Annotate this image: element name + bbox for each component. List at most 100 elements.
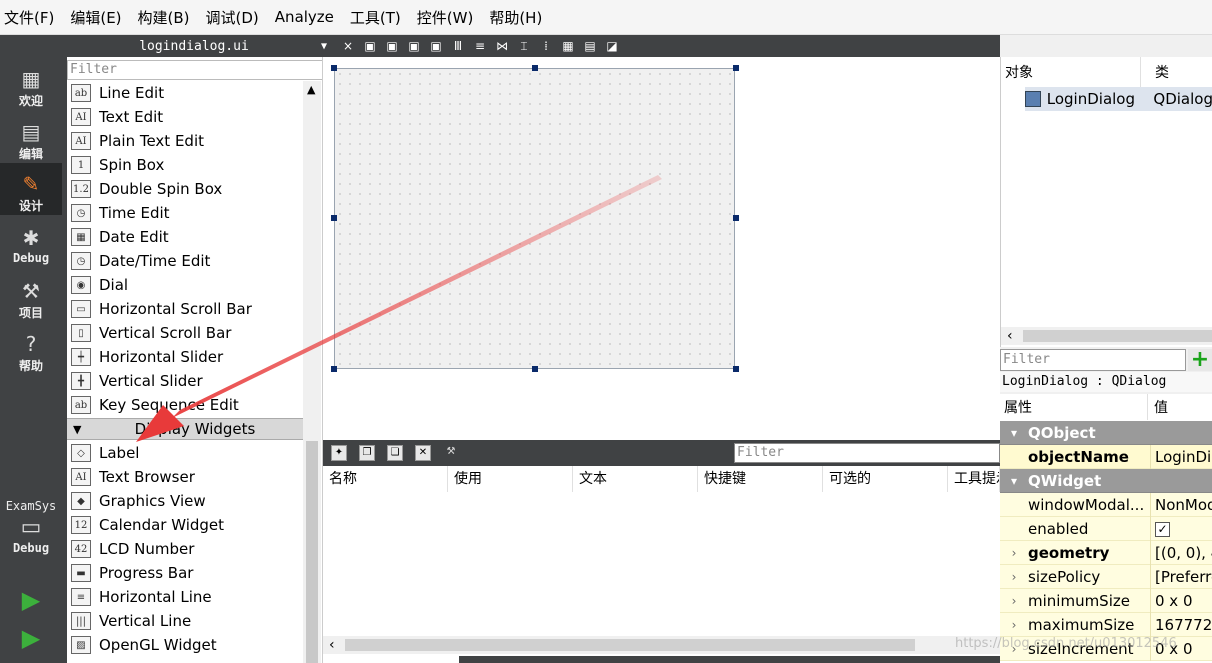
widget-item[interactable]: ▨ OpenGL Widget	[71, 633, 217, 657]
edit-buddies-icon[interactable]: ▣	[407, 39, 421, 53]
property-row[interactable]: ›geometry [(0, 0), 400 x 300]	[1000, 540, 1212, 565]
layout-form-icon[interactable]: ⁞	[539, 39, 553, 53]
mode-welcome[interactable]: ▦ 欢迎	[0, 68, 62, 109]
column-header[interactable]: 快捷键	[698, 466, 823, 492]
resize-handle[interactable]	[532, 65, 538, 71]
resize-handle[interactable]	[331, 215, 337, 221]
menu-tools[interactable]: 工具(T)	[350, 7, 401, 28]
widget-item[interactable]: ◷ Time Edit	[71, 201, 170, 225]
form-canvas[interactable]	[323, 57, 1000, 440]
widget-item[interactable]: 42 LCD Number	[71, 537, 194, 561]
widget-item[interactable]: ≡ Horizontal Line	[71, 585, 212, 609]
column-header[interactable]: 使用	[448, 466, 573, 492]
layout-horizontal-splitter-icon[interactable]: ⋈	[495, 39, 509, 53]
widget-item[interactable]: ▦ Date Edit	[71, 225, 169, 249]
object-row[interactable]: LoginDialog QDialog	[1025, 87, 1212, 111]
scroll-left-icon[interactable]: ‹	[329, 636, 335, 654]
mode-design[interactable]: ✎ 设计	[0, 163, 62, 215]
collapse-icon[interactable]: ▾	[1000, 474, 1028, 488]
property-value[interactable]: 0 x 0	[1150, 588, 1212, 613]
widget-item[interactable]: 1 Spin Box	[71, 153, 164, 177]
property-value[interactable]: [Preferred, Preferred, 0, 0]	[1150, 564, 1212, 589]
kit-selector[interactable]: ExamSys ▭ Debug	[0, 497, 62, 555]
widget-item[interactable]: ◉ Dial	[71, 273, 128, 297]
expand-icon[interactable]: ›	[1000, 570, 1028, 584]
collapse-icon[interactable]: ▾	[1000, 426, 1028, 440]
configure-icon[interactable]: ⚒	[443, 445, 459, 461]
layout-horizontal-icon[interactable]: Ⅲ	[451, 39, 465, 53]
run-button[interactable]: ▶	[0, 588, 62, 612]
menu-analyze[interactable]: Analyze	[275, 8, 334, 26]
property-value[interactable]: ✓	[1150, 516, 1212, 541]
property-value[interactable]: NonModal	[1150, 492, 1212, 517]
widget-item[interactable]: 1.2 Double Spin Box	[71, 177, 222, 201]
edit-tab-order-icon[interactable]: ▣	[429, 39, 443, 53]
scrollbar-thumb[interactable]	[306, 441, 318, 663]
widget-item[interactable]: ▯ Vertical Scroll Bar	[71, 321, 231, 345]
scroll-left-icon[interactable]: ‹	[1007, 327, 1013, 345]
paste-action-icon[interactable]: ❏	[387, 445, 403, 461]
column-header[interactable]: 值	[1148, 394, 1168, 420]
resize-handle[interactable]	[532, 366, 538, 372]
delete-action-icon[interactable]: ✕	[415, 445, 431, 461]
menu-build[interactable]: 构建(B)	[138, 7, 190, 28]
property-filter-input[interactable]: Filter	[1000, 349, 1186, 371]
column-header[interactable]: 属性	[1000, 394, 1148, 420]
expand-icon[interactable]: ›	[1000, 546, 1028, 560]
property-section[interactable]: ▾ QWidget	[1000, 469, 1212, 493]
copy-action-icon[interactable]: ❐	[359, 445, 375, 461]
login-dialog-form[interactable]	[334, 68, 735, 369]
column-header[interactable]: 可选的	[823, 466, 948, 492]
mode-edit[interactable]: ▤ 编辑	[0, 121, 62, 162]
widget-item[interactable]: AI Plain Text Edit	[71, 129, 204, 153]
widget-item[interactable]: ||| Vertical Line	[71, 609, 191, 633]
resize-handle[interactable]	[331, 366, 337, 372]
widget-item[interactable]: AI Text Edit	[71, 105, 163, 129]
column-header[interactable]: 名称	[323, 466, 448, 492]
property-value[interactable]: [(0, 0), 400 x 300]	[1150, 540, 1212, 565]
column-header[interactable]: 工具提示	[948, 466, 1000, 492]
column-header[interactable]: 文本	[573, 466, 698, 492]
menu-edit[interactable]: 编辑(E)	[70, 7, 121, 28]
widget-item[interactable]: ▬ Progress Bar	[71, 561, 193, 585]
widget-item[interactable]: ab Line Edit	[71, 81, 164, 105]
property-section[interactable]: ▾ QObject	[1000, 421, 1212, 445]
mode-debug[interactable]: ✱ Debug	[0, 227, 62, 265]
property-row[interactable]: windowModal... NonModal	[1000, 492, 1212, 517]
debug-run-button[interactable]: ▶	[0, 626, 62, 650]
widget-item[interactable]: ab Key Sequence Edit	[71, 393, 239, 417]
mode-projects[interactable]: ⚒ 项目	[0, 280, 62, 321]
column-header[interactable]: 类	[1141, 57, 1169, 87]
resize-handle[interactable]	[733, 215, 739, 221]
widget-category-header[interactable]: ▼ Display Widgets	[67, 418, 303, 440]
scrollbar-thumb[interactable]	[1023, 330, 1212, 342]
mode-help[interactable]: ? 帮助	[0, 333, 62, 374]
enabled-checkbox[interactable]: ✓	[1155, 521, 1170, 537]
expand-icon[interactable]: ›	[1000, 594, 1028, 608]
object-inspector-scrollbar[interactable]: ‹	[1001, 327, 1212, 345]
break-layout-icon[interactable]: ▤	[583, 39, 597, 53]
widget-item[interactable]: ▭ Horizontal Scroll Bar	[71, 297, 252, 321]
column-header[interactable]: 对象	[1001, 57, 1141, 87]
edit-signals-icon[interactable]: ▣	[385, 39, 399, 53]
resize-handle[interactable]	[733, 366, 739, 372]
expand-icon[interactable]: ›	[1000, 618, 1028, 632]
menu-help[interactable]: 帮助(H)	[489, 7, 542, 28]
widget-item[interactable]: ◇ Label	[71, 441, 139, 465]
widget-box-scrollbar[interactable]: ▲	[303, 81, 321, 663]
menu-debug[interactable]: 调试(D)	[206, 7, 259, 28]
menu-file[interactable]: 文件(F)	[4, 7, 54, 28]
resize-handle[interactable]	[733, 65, 739, 71]
add-property-icon[interactable]: +	[1188, 349, 1212, 371]
property-row[interactable]: › minimumSize 0 x 0	[1000, 588, 1212, 613]
action-horizontal-scrollbar[interactable]: ‹	[323, 636, 1000, 654]
close-icon[interactable]: ×	[341, 39, 355, 53]
new-action-icon[interactable]: ✦	[331, 445, 347, 461]
widget-item[interactable]: 12 Calendar Widget	[71, 513, 224, 537]
property-row[interactable]: ›sizePolicy [Preferred, Preferred, 0, 0]	[1000, 564, 1212, 589]
layout-vertical-splitter-icon[interactable]: ⌶	[517, 39, 531, 53]
layout-grid-icon[interactable]: ▦	[561, 39, 575, 53]
property-row[interactable]: objectName LoginDialog	[1000, 444, 1212, 469]
widget-item[interactable]: ╋ Vertical Slider	[71, 369, 203, 393]
chevron-down-icon[interactable]: ▼	[321, 41, 337, 52]
